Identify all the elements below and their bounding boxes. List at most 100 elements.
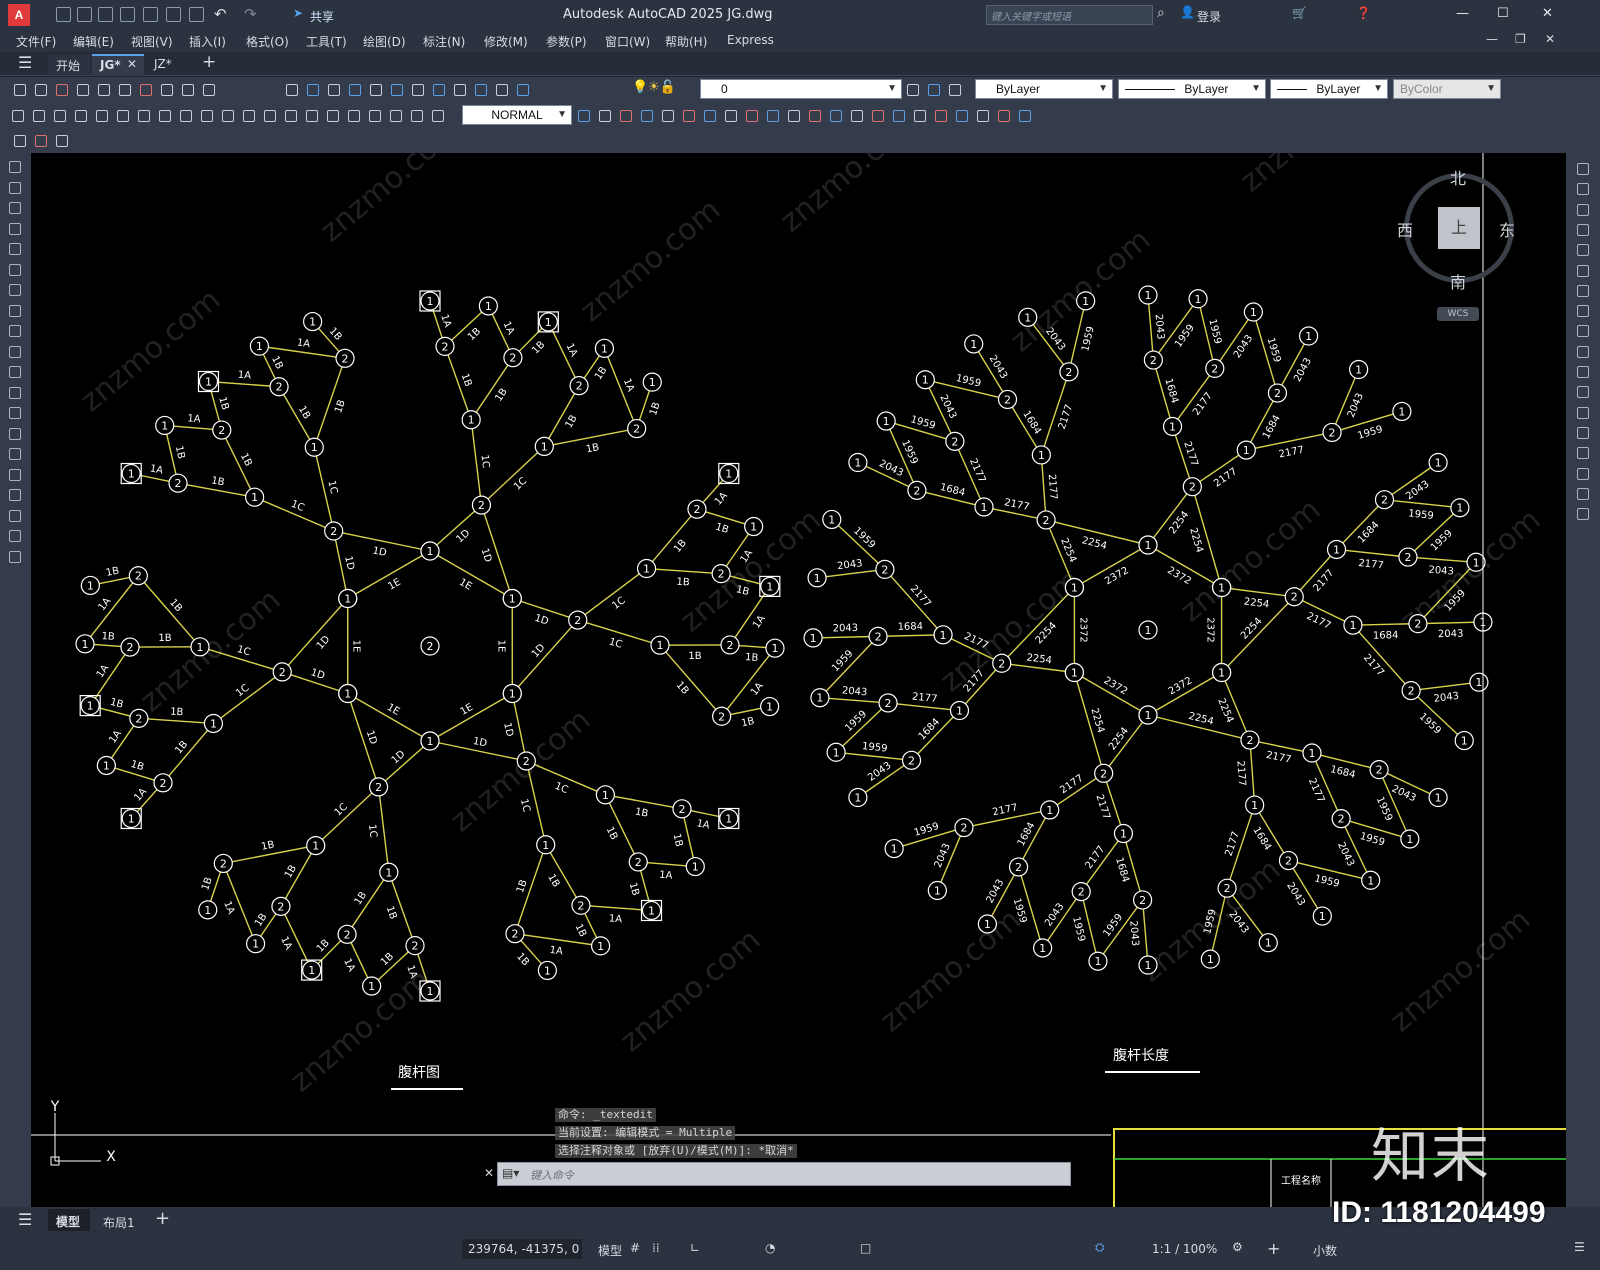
dimension-tool-icon[interactable] xyxy=(222,110,234,122)
open-file-icon[interactable] xyxy=(77,7,92,22)
modify-tool-icon[interactable] xyxy=(830,110,842,122)
extra-tool-icon[interactable] xyxy=(14,135,26,147)
menu-view[interactable]: 视图(V) xyxy=(131,33,173,50)
dimension-tool-icon[interactable] xyxy=(327,110,339,122)
modify-tool-icon[interactable] xyxy=(851,110,863,122)
menu-draw[interactable]: 绘图(D) xyxy=(363,33,406,50)
modify-tool-icon[interactable] xyxy=(767,110,779,122)
modify-tool-icon[interactable] xyxy=(1577,183,1589,196)
menu-help[interactable]: 帮助(H) xyxy=(665,33,707,50)
draw-tool-icon[interactable] xyxy=(9,325,21,337)
draw-tool-icon[interactable] xyxy=(9,284,21,296)
view-tool-icon[interactable] xyxy=(370,84,382,96)
modify-tool-icon[interactable] xyxy=(935,110,947,122)
draw-tool-icon[interactable] xyxy=(9,222,21,235)
model-space-label[interactable]: 模型 xyxy=(598,1242,622,1259)
modify-tool-icon[interactable] xyxy=(1577,386,1589,399)
modify-tool-icon[interactable] xyxy=(1577,406,1589,419)
view-tool-icon[interactable] xyxy=(349,84,361,96)
dimension-tool-icon[interactable] xyxy=(264,110,276,122)
modify-tool-icon[interactable] xyxy=(1577,203,1589,216)
dimension-tool-icon[interactable] xyxy=(306,110,318,122)
draw-tool-icon[interactable] xyxy=(9,304,21,317)
dimension-tool-icon[interactable] xyxy=(159,110,171,122)
maximize-button[interactable]: ☐ xyxy=(1497,6,1509,21)
modify-tool-icon[interactable] xyxy=(1577,366,1589,378)
modify-tool-icon[interactable] xyxy=(1577,447,1589,460)
modify-tool-icon[interactable] xyxy=(683,110,695,122)
share-icon[interactable]: ➤ xyxy=(293,6,303,20)
tab-jz[interactable]: JZ* xyxy=(146,54,186,74)
menu-window[interactable]: 窗口(W) xyxy=(605,33,650,50)
dimension-tool-icon[interactable] xyxy=(54,110,66,122)
viewcube-east[interactable]: 东 xyxy=(1499,217,1515,241)
new-tab-icon[interactable]: + xyxy=(202,52,216,72)
units-value[interactable]: 小数 xyxy=(1313,1242,1337,1259)
dimension-tool-icon[interactable] xyxy=(201,110,213,122)
viewcube[interactable]: 上 xyxy=(1404,173,1514,283)
dimension-tool-icon[interactable] xyxy=(390,110,402,122)
standard-tool-icon[interactable] xyxy=(14,84,26,96)
modify-tool-icon[interactable] xyxy=(704,110,716,122)
view-tool-icon[interactable] xyxy=(307,84,319,96)
wcs-button[interactable]: WCS xyxy=(1437,307,1479,321)
annotation-scale-icon[interactable]: ⛭ xyxy=(1095,1240,1105,1255)
standard-tool-icon[interactable] xyxy=(182,84,194,96)
dimension-tool-icon[interactable] xyxy=(411,110,423,122)
modify-tool-icon[interactable] xyxy=(620,110,632,122)
command-line[interactable]: ✕ ▤▾ 键入命令 xyxy=(484,1162,1071,1186)
extra-tool-icon[interactable] xyxy=(35,135,47,147)
menu-edit[interactable]: 编辑(E) xyxy=(73,33,114,50)
modify-tool-icon[interactable] xyxy=(956,110,968,122)
doc-close-button[interactable]: ✕ xyxy=(1545,32,1555,46)
linetype-dropdown[interactable]: ByLayer ▼ xyxy=(1118,79,1266,99)
modify-tool-icon[interactable] xyxy=(1577,345,1589,358)
modify-tool-icon[interactable] xyxy=(1577,244,1589,257)
modify-tool-icon[interactable] xyxy=(1577,426,1589,439)
menu-modify[interactable]: 修改(M) xyxy=(484,33,528,50)
draw-tool-icon[interactable] xyxy=(9,448,21,460)
doc-restore-button[interactable]: ❐ xyxy=(1515,32,1526,46)
dimension-tool-icon[interactable] xyxy=(75,110,87,122)
dimension-tool-icon[interactable] xyxy=(138,110,150,122)
draw-tool-icon[interactable] xyxy=(9,345,21,358)
menu-file[interactable]: 文件(F) xyxy=(16,33,56,50)
undo-icon[interactable]: ↶ xyxy=(214,5,227,23)
grid-icon[interactable]: # xyxy=(630,1241,640,1255)
minimize-button[interactable]: — xyxy=(1456,6,1469,21)
view-tool-icon[interactable] xyxy=(496,84,508,96)
modify-tool-icon[interactable] xyxy=(1577,305,1589,318)
menu-dimension[interactable]: 标注(N) xyxy=(423,33,465,50)
print-icon[interactable] xyxy=(189,7,204,22)
draw-tool-icon[interactable] xyxy=(9,202,21,214)
search-box[interactable]: 键入关键字或短语 xyxy=(986,5,1153,25)
view-tool-icon[interactable] xyxy=(475,84,487,96)
dimension-tool-icon[interactable] xyxy=(33,110,45,122)
dimension-tool-icon[interactable] xyxy=(285,110,297,122)
hamburger-menu-icon[interactable]: ☰ xyxy=(18,53,32,72)
save-icon[interactable] xyxy=(98,7,113,22)
standard-tool-icon[interactable] xyxy=(98,84,110,96)
view-tool-icon[interactable] xyxy=(433,84,445,96)
menu-tools[interactable]: 工具(T) xyxy=(306,33,347,50)
redo-icon[interactable]: ↷ xyxy=(244,5,257,23)
modify-tool-icon[interactable] xyxy=(977,110,989,122)
help-icon[interactable]: ❓ xyxy=(1356,6,1371,20)
dimension-tool-icon[interactable] xyxy=(432,110,444,122)
modify-tool-icon[interactable] xyxy=(1577,264,1589,277)
modify-tool-icon[interactable] xyxy=(578,110,590,122)
doc-minimize-button[interactable]: — xyxy=(1486,32,1498,46)
draw-tool-icon[interactable] xyxy=(9,386,21,399)
share-label[interactable]: 共享 xyxy=(310,8,334,25)
modify-tool-icon[interactable] xyxy=(1577,467,1589,480)
modify-tool-icon[interactable] xyxy=(1577,223,1589,236)
polar-icon[interactable]: ◔ xyxy=(765,1241,775,1255)
plot-icon[interactable] xyxy=(143,7,158,22)
modify-tool-icon[interactable] xyxy=(641,110,653,122)
tab-start[interactable]: 开始 xyxy=(48,54,90,74)
publish-icon[interactable] xyxy=(166,7,181,22)
dimension-tool-icon[interactable] xyxy=(117,110,129,122)
view-tool-icon[interactable] xyxy=(286,84,298,96)
command-customize-icon[interactable]: ▤▾ xyxy=(502,1166,519,1180)
modify-tool-icon[interactable] xyxy=(1577,163,1589,175)
